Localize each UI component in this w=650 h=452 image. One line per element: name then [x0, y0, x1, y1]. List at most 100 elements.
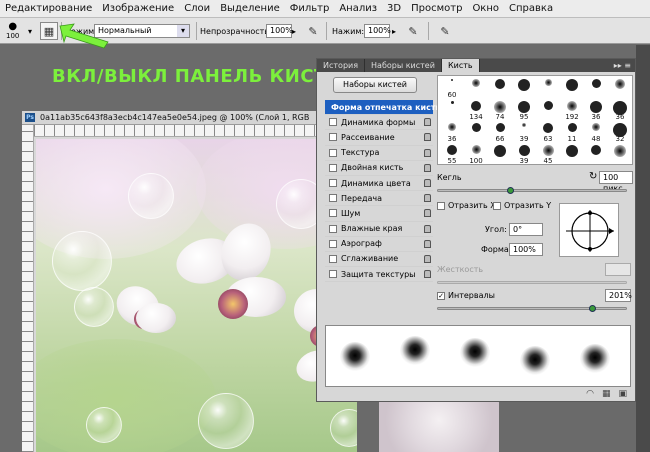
- checkbox[interactable]: [329, 133, 337, 142]
- brush-tip-cell[interactable]: [488, 77, 512, 99]
- brush-tip-cell[interactable]: 11: [560, 121, 584, 143]
- brush-tip-cell[interactable]: [488, 143, 512, 164]
- brush-tip-cell[interactable]: 39: [512, 121, 536, 143]
- option-brush-tip-shape[interactable]: Форма отпечатка кисти: [325, 100, 441, 116]
- menu-item[interactable]: Анализ: [334, 3, 382, 14]
- size-input[interactable]: 100 пикс: [599, 171, 633, 193]
- brush-tip-cell[interactable]: 32: [608, 121, 632, 143]
- lock-icon[interactable]: [424, 178, 431, 187]
- pen-pressure-size-button[interactable]: ✎: [436, 22, 454, 40]
- lock-icon[interactable]: [424, 163, 431, 172]
- brush-tip-cell[interactable]: [512, 77, 536, 99]
- lock-icon[interactable]: [424, 270, 431, 279]
- brush-tip-cell[interactable]: [464, 77, 488, 99]
- checkbox[interactable]: [329, 224, 337, 233]
- tab-brush-presets[interactable]: Наборы кистей: [365, 59, 442, 72]
- brush-tip-cell[interactable]: [560, 77, 584, 99]
- menu-item[interactable]: Редактирование: [0, 3, 97, 14]
- checkbox[interactable]: [329, 163, 337, 172]
- brush-tip-cell[interactable]: 63: [536, 121, 560, 143]
- checkbox[interactable]: [329, 209, 337, 218]
- spacing-slider[interactable]: [437, 307, 627, 310]
- angle-input[interactable]: 0°: [509, 223, 543, 236]
- brush-tip-cell[interactable]: [560, 143, 584, 164]
- flip-x-checkbox[interactable]: Отразить X: [437, 201, 496, 210]
- grid-icon[interactable]: ▦: [602, 389, 611, 399]
- menu-item[interactable]: Справка: [504, 3, 558, 14]
- reset-size-icon[interactable]: ↻: [589, 171, 597, 182]
- brush-tip-cell[interactable]: 66: [488, 121, 512, 143]
- lock-icon[interactable]: [424, 224, 431, 233]
- new-preset-icon[interactable]: ▣: [618, 389, 627, 399]
- brush-tip-cell[interactable]: 48: [584, 121, 608, 143]
- lock-icon[interactable]: [424, 209, 431, 218]
- option-scattering[interactable]: Рассеивание: [325, 130, 433, 146]
- brush-tip-cell[interactable]: [584, 143, 608, 164]
- checkbox[interactable]: [329, 254, 337, 263]
- panel-menu-icon[interactable]: ▸▸ ≡: [614, 59, 631, 72]
- checkbox[interactable]: [329, 194, 337, 203]
- brush-tip-cell[interactable]: [608, 77, 632, 99]
- brush-presets-button[interactable]: Наборы кистей: [333, 77, 417, 93]
- checkbox[interactable]: [329, 239, 337, 248]
- brush-tip-cell[interactable]: [440, 99, 464, 121]
- flow-input[interactable]: 100%: [364, 24, 391, 38]
- menu-item[interactable]: Выделение: [215, 3, 285, 14]
- spacing-input[interactable]: 201%: [605, 289, 632, 302]
- brush-tip-cell[interactable]: 192: [560, 99, 584, 121]
- opacity-input[interactable]: 100%: [266, 24, 293, 38]
- brush-tip-cell[interactable]: 100: [464, 143, 488, 164]
- flow-arrow-icon[interactable]: ▸: [392, 18, 396, 44]
- option-wet-edges[interactable]: Влажные края: [325, 222, 433, 237]
- lock-icon[interactable]: [424, 254, 431, 263]
- dropdown-arrow-icon[interactable]: ▾: [28, 18, 32, 44]
- brush-tip-cell[interactable]: [584, 77, 608, 99]
- brush-tip-cell[interactable]: 39: [512, 143, 536, 164]
- menu-item[interactable]: Просмотр: [406, 3, 467, 14]
- option-transfer[interactable]: Передача: [325, 191, 433, 207]
- lock-icon[interactable]: [424, 133, 431, 142]
- option-protect-texture[interactable]: Защита текстуры: [325, 267, 433, 283]
- brush-tip-cell[interactable]: 134: [464, 99, 488, 121]
- menu-item[interactable]: Изображение: [97, 3, 179, 14]
- hardness-slider[interactable]: [437, 281, 627, 284]
- brush-tip-cell[interactable]: [464, 121, 488, 143]
- checkbox[interactable]: [329, 118, 337, 127]
- option-noise[interactable]: Шум: [325, 206, 433, 222]
- brush-tip-cell[interactable]: 55: [440, 143, 464, 164]
- option-airbrush[interactable]: Аэрограф: [325, 237, 433, 252]
- brush-tip-cell[interactable]: 95: [512, 99, 536, 121]
- size-slider-knob[interactable]: [507, 187, 514, 194]
- roundness-input[interactable]: 100%: [509, 243, 543, 256]
- lock-icon[interactable]: [424, 148, 431, 157]
- brush-tip-cell[interactable]: 36: [608, 99, 632, 121]
- checkbox[interactable]: [329, 179, 337, 188]
- brush-preset-picker[interactable]: ● 100: [6, 18, 19, 44]
- brush-tip-cell[interactable]: 60: [440, 77, 464, 99]
- menu-item[interactable]: 3D: [382, 3, 406, 14]
- brush-tip-cell[interactable]: [608, 143, 632, 164]
- toggle-preview-icon[interactable]: ◠: [586, 389, 594, 399]
- option-shape-dynamics[interactable]: Динамика формы: [325, 115, 433, 131]
- checkbox[interactable]: [329, 148, 337, 157]
- lock-icon[interactable]: [424, 118, 431, 127]
- option-color-dynamics[interactable]: Динамика цвета: [325, 176, 433, 192]
- option-dual-brush[interactable]: Двойная кисть: [325, 161, 433, 176]
- document-tab[interactable]: Ps 0a11ab35c643f8a3ecb4c147ea5e0e54.jpeg…: [22, 111, 357, 125]
- pen-pressure-opacity-button[interactable]: ✎: [304, 22, 322, 40]
- menu-item[interactable]: Окно: [467, 3, 504, 14]
- option-smoothing[interactable]: Сглаживание: [325, 252, 433, 268]
- brush-tip-cell[interactable]: 45: [536, 143, 560, 164]
- menu-item[interactable]: Слои: [179, 3, 215, 14]
- menu-item[interactable]: Фильтр: [285, 3, 335, 14]
- brush-tip-cell[interactable]: [536, 77, 560, 99]
- airbrush-button[interactable]: ✎: [404, 22, 422, 40]
- hardness-input[interactable]: [605, 263, 631, 276]
- lock-icon[interactable]: [424, 239, 431, 248]
- flip-y-checkbox[interactable]: Отразить Y: [493, 201, 551, 210]
- tab-history[interactable]: История: [317, 59, 366, 72]
- brush-tip-cell[interactable]: 36: [440, 121, 464, 143]
- option-texture[interactable]: Текстура: [325, 146, 433, 161]
- size-slider[interactable]: [437, 189, 627, 192]
- angle-roundness-widget[interactable]: [559, 203, 619, 257]
